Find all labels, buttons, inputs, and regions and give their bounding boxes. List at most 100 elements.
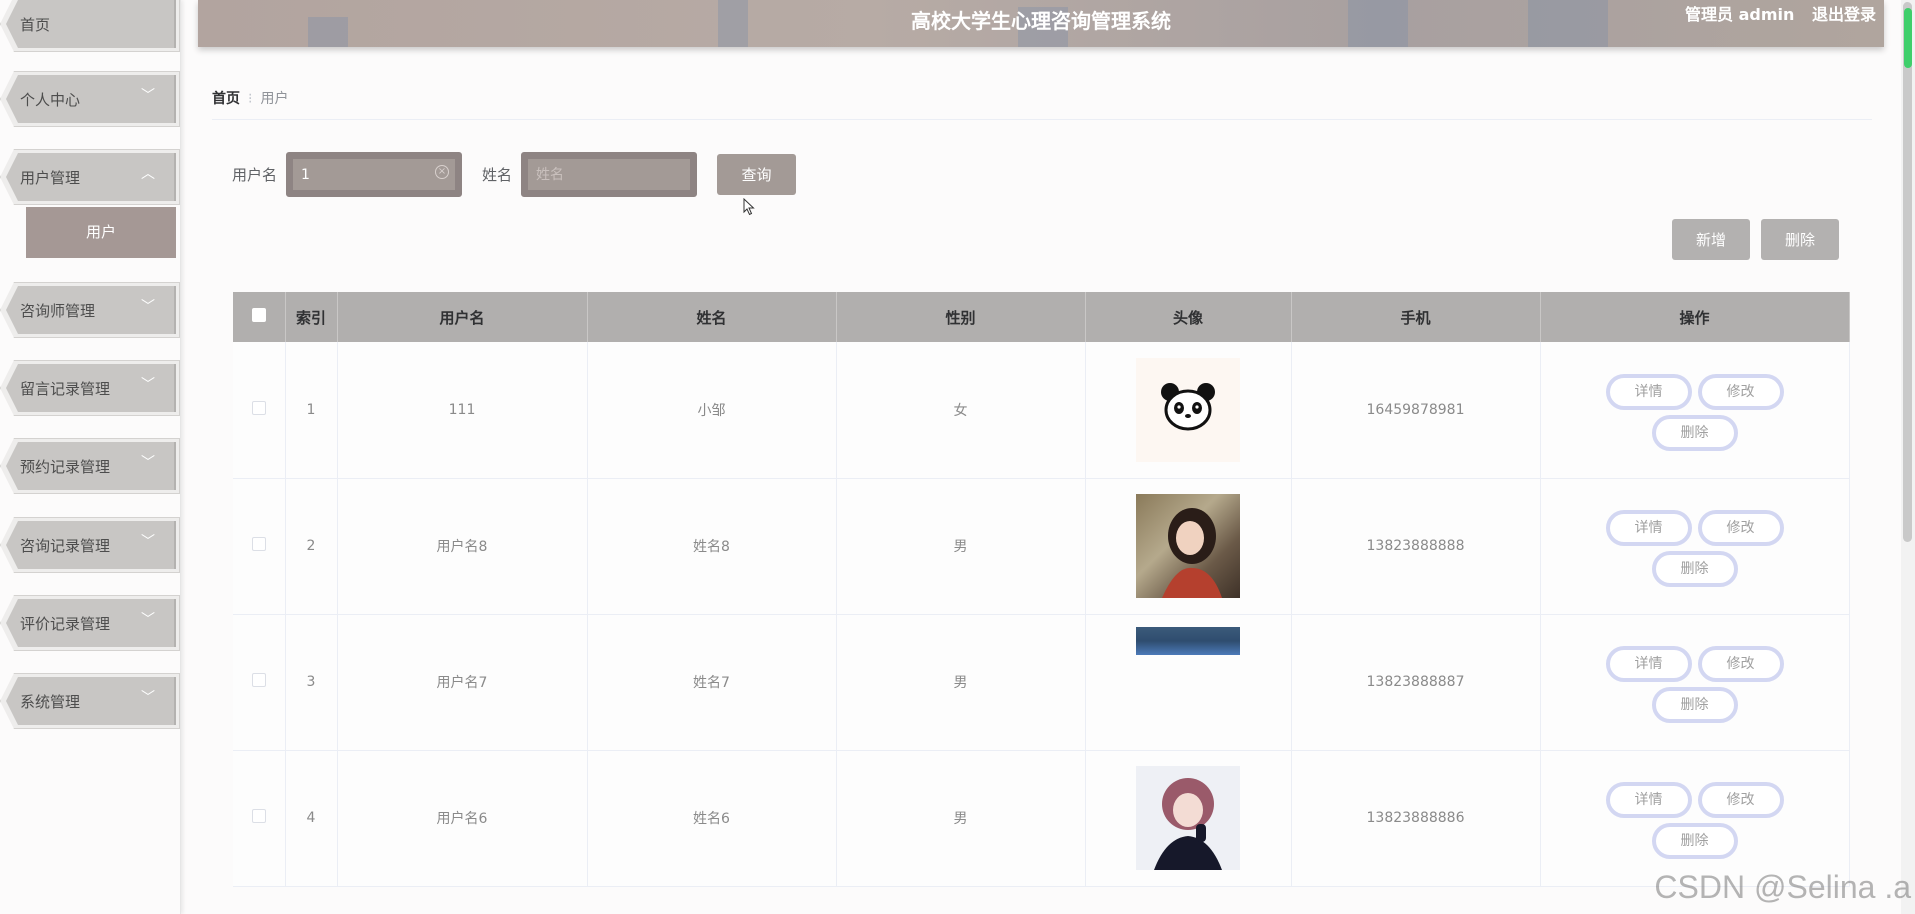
detail-button[interactable]: 详情 xyxy=(1605,646,1692,682)
delete-button[interactable]: 删除 xyxy=(1651,687,1738,723)
column-header-name: 姓名 xyxy=(587,292,837,342)
clear-icon[interactable]: × xyxy=(435,165,449,179)
cell-phone: 13823888888 xyxy=(1291,478,1541,615)
delete-button[interactable]: 删除 xyxy=(1651,551,1738,587)
cell-phone: 13823888887 xyxy=(1291,614,1541,751)
sidebar-item-home[interactable]: 首页 xyxy=(0,0,180,52)
sidebar-item-consultation-records[interactable]: 咨询记录管理 ﹀ xyxy=(0,517,180,573)
column-header-gender: 性别 xyxy=(836,292,1086,342)
sidebar-item-label: 咨询师管理 xyxy=(20,302,96,320)
cell-phone: 16459878981 xyxy=(1291,342,1541,479)
name-field-wrapper xyxy=(521,152,697,197)
sidebar-item-label: 评价记录管理 xyxy=(20,615,111,633)
select-all-checkbox[interactable] xyxy=(251,308,266,322)
sidebar-item-counselor-management[interactable]: 咨询师管理 ﹀ xyxy=(0,282,180,338)
sidebar-item-user-management[interactable]: 用户管理 ︿ xyxy=(0,149,180,205)
chevron-down-icon: ﹀ xyxy=(141,377,155,393)
table-header-row: 索引 用户名 姓名 性别 头像 手机 操作 xyxy=(233,292,1850,342)
cell-name: 姓名8 xyxy=(587,478,837,615)
row-checkbox[interactable] xyxy=(251,809,266,823)
batch-delete-button[interactable]: 删除 xyxy=(1761,219,1839,260)
edit-button[interactable]: 修改 xyxy=(1697,373,1784,410)
cell-index: 3 xyxy=(285,614,338,751)
edit-button[interactable]: 修改 xyxy=(1697,510,1784,546)
column-header-index: 索引 xyxy=(285,292,338,342)
chevron-down-icon: ﹀ xyxy=(141,88,155,104)
row-actions: 详情 修改 删除 xyxy=(1595,777,1795,859)
column-header-actions: 操作 xyxy=(1540,292,1850,342)
cell-name: 小邹 xyxy=(587,342,837,479)
cell-username: 111 xyxy=(337,342,588,479)
header-user-area: 管理员 admin 退出登录 xyxy=(1673,1,1876,25)
table-row: 3 用户名7 姓名7 男 13823888887 详情 修改 删除 xyxy=(233,614,1850,751)
cell-username: 用户名7 xyxy=(337,614,588,751)
detail-button[interactable]: 详情 xyxy=(1605,782,1692,818)
delete-button[interactable]: 删除 xyxy=(1651,414,1738,451)
sidebar-item-label: 用户管理 xyxy=(20,169,81,187)
edit-button[interactable]: 修改 xyxy=(1697,782,1784,818)
chevron-down-icon: ﹀ xyxy=(141,612,155,628)
cell-gender: 女 xyxy=(836,342,1086,479)
cell-phone: 13823888886 xyxy=(1291,750,1541,887)
name-search-input[interactable] xyxy=(528,159,690,190)
username-field-wrapper: × xyxy=(286,152,462,197)
username-search-input[interactable] xyxy=(293,159,455,190)
table-row: 1 111 小邹 女 16459878981 详情 修改 删除 xyxy=(233,342,1850,479)
row-checkbox[interactable] xyxy=(251,400,266,415)
scrollbar-thumb[interactable] xyxy=(1903,2,1912,542)
cell-name: 姓名6 xyxy=(587,750,837,887)
row-actions: 详情 修改 删除 xyxy=(1595,641,1795,723)
row-checkbox[interactable] xyxy=(251,673,266,687)
sidebar-item-label: 系统管理 xyxy=(20,693,81,711)
column-header-phone: 手机 xyxy=(1291,292,1541,342)
column-header-username: 用户名 xyxy=(337,292,588,342)
sidebar-item-label: 首页 xyxy=(20,16,51,34)
watermark: CSDN @Selina .a xyxy=(1654,869,1911,905)
logout-link[interactable]: 退出登录 xyxy=(1812,5,1876,24)
detail-button[interactable]: 详情 xyxy=(1605,510,1692,546)
chevron-down-icon: ﹀ xyxy=(141,455,155,471)
cell-index: 1 xyxy=(285,342,338,479)
cell-index: 4 xyxy=(285,750,338,887)
row-actions: 详情 修改 删除 xyxy=(1595,505,1795,587)
sidebar-item-label: 留言记录管理 xyxy=(20,380,111,398)
cell-username: 用户名6 xyxy=(337,750,588,887)
vertical-scrollbar[interactable] xyxy=(1901,0,1915,914)
sidebar-item-review-records[interactable]: 评价记录管理 ﹀ xyxy=(0,595,180,651)
table-row: 4 用户名6 姓名6 男 13823888886 详情 修改 删除 xyxy=(233,750,1850,887)
edit-button[interactable]: 修改 xyxy=(1697,646,1784,682)
cell-name: 姓名7 xyxy=(587,614,837,751)
name-label: 姓名 xyxy=(482,166,513,184)
chevron-down-icon: ﹀ xyxy=(141,534,155,550)
sidebar: 首页 个人中心 ﹀ 用户管理 ︿ 用户 咨询师管理 ﹀ 留言记录管理 ﹀ 预约记… xyxy=(0,0,181,914)
cell-username: 用户名8 xyxy=(337,478,588,615)
detail-button[interactable]: 详情 xyxy=(1605,373,1692,410)
sidebar-item-system-management[interactable]: 系统管理 ﹀ xyxy=(0,673,180,729)
row-actions: 详情 修改 删除 xyxy=(1595,369,1795,451)
scroll-indicator xyxy=(1904,8,1912,68)
pink-hair-avatar xyxy=(1136,766,1240,870)
cell-gender: 男 xyxy=(836,750,1086,887)
row-checkbox[interactable] xyxy=(251,537,266,551)
breadcrumb-separator: ⁝ xyxy=(248,91,253,107)
username-label: 用户名 xyxy=(232,166,278,184)
girl-photo-avatar xyxy=(1136,494,1240,598)
chevron-down-icon: ﹀ xyxy=(141,299,155,315)
delete-button[interactable]: 删除 xyxy=(1651,823,1738,859)
mouse-cursor-icon xyxy=(743,198,755,216)
sidebar-item-personal-center[interactable]: 个人中心 ﹀ xyxy=(0,71,180,127)
sidebar-item-appointment-records[interactable]: 预约记录管理 ﹀ xyxy=(0,438,180,494)
cell-index: 2 xyxy=(285,478,338,615)
sidebar-subitem-users[interactable]: 用户 xyxy=(26,207,176,258)
breadcrumb: 首页 ⁝ 用户 xyxy=(212,88,288,108)
user-table: 索引 用户名 姓名 性别 头像 手机 操作 1 111 小邹 女 1645987… xyxy=(233,292,1850,887)
query-button[interactable]: 查询 xyxy=(717,154,796,195)
sidebar-item-label: 个人中心 xyxy=(20,91,81,109)
select-all-cell xyxy=(233,292,286,342)
breadcrumb-home[interactable]: 首页 xyxy=(212,91,240,107)
breadcrumb-current: 用户 xyxy=(260,91,289,107)
cell-gender: 男 xyxy=(836,478,1086,615)
sidebar-item-message-records[interactable]: 留言记录管理 ﹀ xyxy=(0,360,180,416)
column-header-avatar: 头像 xyxy=(1085,292,1292,342)
add-button[interactable]: 新增 xyxy=(1672,219,1750,260)
